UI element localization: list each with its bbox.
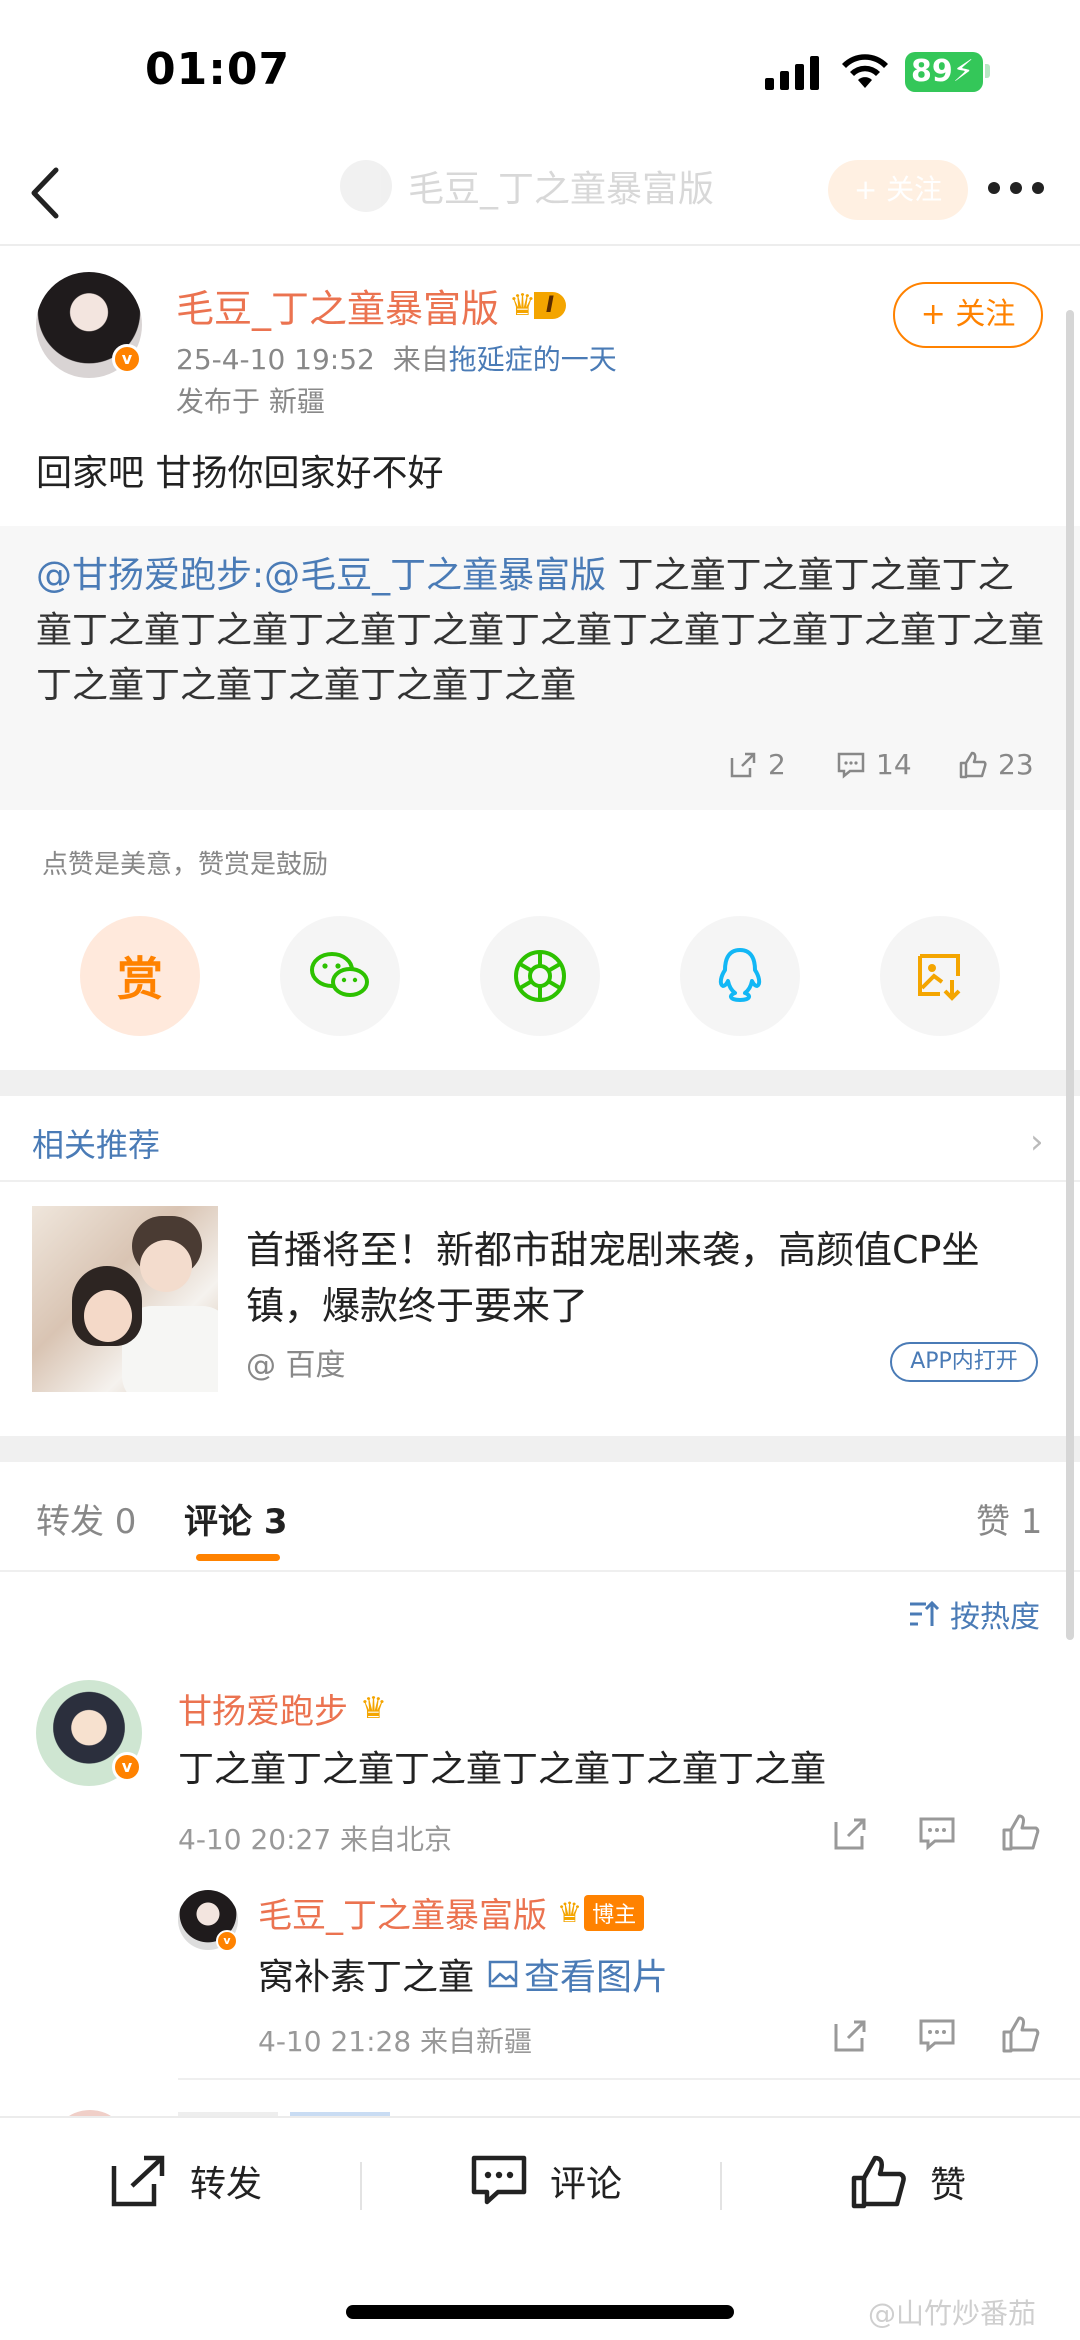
- active-tab-indicator: [196, 1554, 280, 1561]
- reply-text-row: 窝补素丁之童 查看图片: [258, 1948, 668, 2000]
- author-name-row[interactable]: 毛豆_丁之童暴富版 ♛ I: [176, 278, 567, 333]
- wifi-icon: [842, 54, 888, 88]
- open-in-app-button[interactable]: APP内打开: [890, 1342, 1038, 1382]
- comment-icon: [837, 752, 865, 779]
- section-separator: [0, 1070, 1080, 1096]
- repost-mentions[interactable]: @甘扬爱跑步:@毛豆_丁之童暴富版: [36, 555, 606, 596]
- reply-name-row[interactable]: 毛豆_丁之童暴富版 ♛ 博主: [258, 1888, 645, 1937]
- view-image-link[interactable]: 查看图片: [488, 1948, 668, 2000]
- reply-like-icon[interactable]: [1000, 2014, 1042, 2056]
- divider: [0, 244, 1080, 246]
- divider: [178, 2078, 1080, 2080]
- reply-meta: 4-10 21:28 来自新疆: [258, 2025, 533, 2058]
- more-icon[interactable]: [988, 182, 1044, 196]
- chevron-right-icon[interactable]: ›: [1030, 1122, 1044, 1162]
- share-qq-button[interactable]: [680, 916, 800, 1036]
- home-indicator[interactable]: [346, 2305, 734, 2319]
- thumb-up-icon: [959, 751, 987, 778]
- bottom-comment-button[interactable]: 评论: [470, 2154, 622, 2208]
- follow-button[interactable]: + 关注: [893, 282, 1043, 348]
- like-count[interactable]: 23: [958, 748, 1034, 781]
- comment-like-icon[interactable]: [1000, 1812, 1042, 1854]
- commenter-name[interactable]: 甘扬爱跑步: [178, 1684, 348, 1733]
- share-moments-button[interactable]: [480, 916, 600, 1036]
- nav-title: 毛豆_丁之童暴富版: [408, 169, 715, 210]
- share-icon: [111, 2155, 165, 2207]
- save-image-icon: [918, 954, 961, 1001]
- divider: [360, 2162, 362, 2210]
- reply-author-name[interactable]: 毛豆_丁之童暴富版: [258, 1888, 547, 1937]
- crown-icon: ♛: [360, 1691, 387, 1726]
- verified-badge-icon: v: [216, 1930, 238, 1952]
- charging-icon: ⚡: [952, 54, 974, 89]
- nav-follow-button[interactable]: + 关注: [828, 160, 968, 220]
- reward-tip: 点赞是美意，赞赏是鼓励: [42, 850, 329, 880]
- tab-reposts[interactable]: 转发 0: [36, 1494, 136, 1543]
- level-badge: I: [533, 292, 567, 319]
- comment-icon: [471, 2155, 527, 2205]
- related-headline[interactable]: 首播将至！新都市甜宠剧来袭，高颜值CP坐镇，爆款终于要来了: [246, 1222, 1036, 1334]
- qq-icon: [718, 948, 762, 1002]
- thumb-up-icon: [851, 2155, 906, 2209]
- post-text: 回家吧 甘扬你回家好不好: [36, 453, 444, 494]
- related-thumbnail[interactable]: [32, 1206, 218, 1392]
- back-icon[interactable]: [26, 166, 66, 220]
- save-image-button[interactable]: [880, 916, 1000, 1036]
- post-location: 发布于 新疆: [176, 385, 325, 418]
- bottom-repost-button[interactable]: 转发: [110, 2154, 262, 2208]
- image-icon: [488, 1960, 518, 1988]
- watermark: @山竹炒番茄: [868, 2297, 1037, 2330]
- author-badge: 博主: [584, 1894, 645, 1931]
- comment-meta: 4-10 20:27 来自北京: [178, 1823, 453, 1856]
- post-date: 25-4-10 19:52: [176, 343, 375, 376]
- nav-title-faded: 毛豆_丁之童暴富版: [340, 160, 714, 212]
- repost-text[interactable]: @甘扬爱跑步:@毛豆_丁之童暴富版 丁之童丁之童丁之童丁之童丁之童丁之童丁之童丁…: [36, 548, 1046, 713]
- comment-share-icon[interactable]: [830, 1812, 872, 1854]
- source-prefix: 来自: [392, 343, 449, 376]
- related-title: 相关推荐: [32, 1126, 161, 1164]
- battery-tip: [985, 64, 990, 78]
- signal-icon: [765, 56, 819, 90]
- crown-icon: ♛: [557, 1896, 583, 1929]
- comment-count[interactable]: 14: [836, 748, 912, 781]
- tab-likes[interactable]: 赞 1: [976, 1494, 1042, 1543]
- divider: [720, 2162, 722, 2210]
- repost-count[interactable]: 2: [728, 748, 786, 781]
- wechat-icon: [310, 952, 369, 997]
- avatar: [340, 160, 392, 212]
- post-meta: 25-4-10 19:52 来自拖延症的一天: [176, 338, 617, 378]
- member-crown-icon: ♛ I: [509, 288, 567, 323]
- divider: [0, 1570, 1080, 1572]
- sort-icon: [910, 1600, 940, 1626]
- battery-indicator: 89⚡: [905, 52, 983, 92]
- post-source-link[interactable]: 拖延症的一天: [449, 343, 617, 376]
- comment-reply-icon[interactable]: [916, 1812, 958, 1854]
- comment-text: 丁之童丁之童丁之童丁之童丁之童丁之童: [178, 1749, 827, 1790]
- scrollbar[interactable]: [1066, 310, 1074, 1640]
- reply-reply-icon[interactable]: [916, 2014, 958, 2056]
- moments-icon: [514, 950, 566, 1002]
- divider: [0, 1180, 1080, 1182]
- section-separator: [0, 1436, 1080, 1462]
- reward-button[interactable]: 赏: [80, 916, 200, 1036]
- bottom-like-button[interactable]: 赞: [850, 2154, 966, 2210]
- commenter-name-row[interactable]: 甘扬爱跑步 ♛: [178, 1684, 387, 1733]
- reply-text: 窝补素丁之童: [258, 1957, 475, 1998]
- status-time: 01:07: [145, 44, 291, 95]
- verified-badge-icon: v: [112, 344, 142, 374]
- tab-comments[interactable]: 评论 3: [184, 1494, 288, 1543]
- sort-button[interactable]: 按热度: [908, 1592, 1040, 1636]
- verified-badge-icon: v: [112, 1752, 142, 1782]
- share-wechat-button[interactable]: [280, 916, 400, 1036]
- author-name[interactable]: 毛豆_丁之童暴富版: [176, 278, 499, 333]
- share-icon: [730, 752, 756, 777]
- related-source: @ 百度: [246, 1348, 346, 1383]
- reply-share-icon[interactable]: [830, 2014, 872, 2056]
